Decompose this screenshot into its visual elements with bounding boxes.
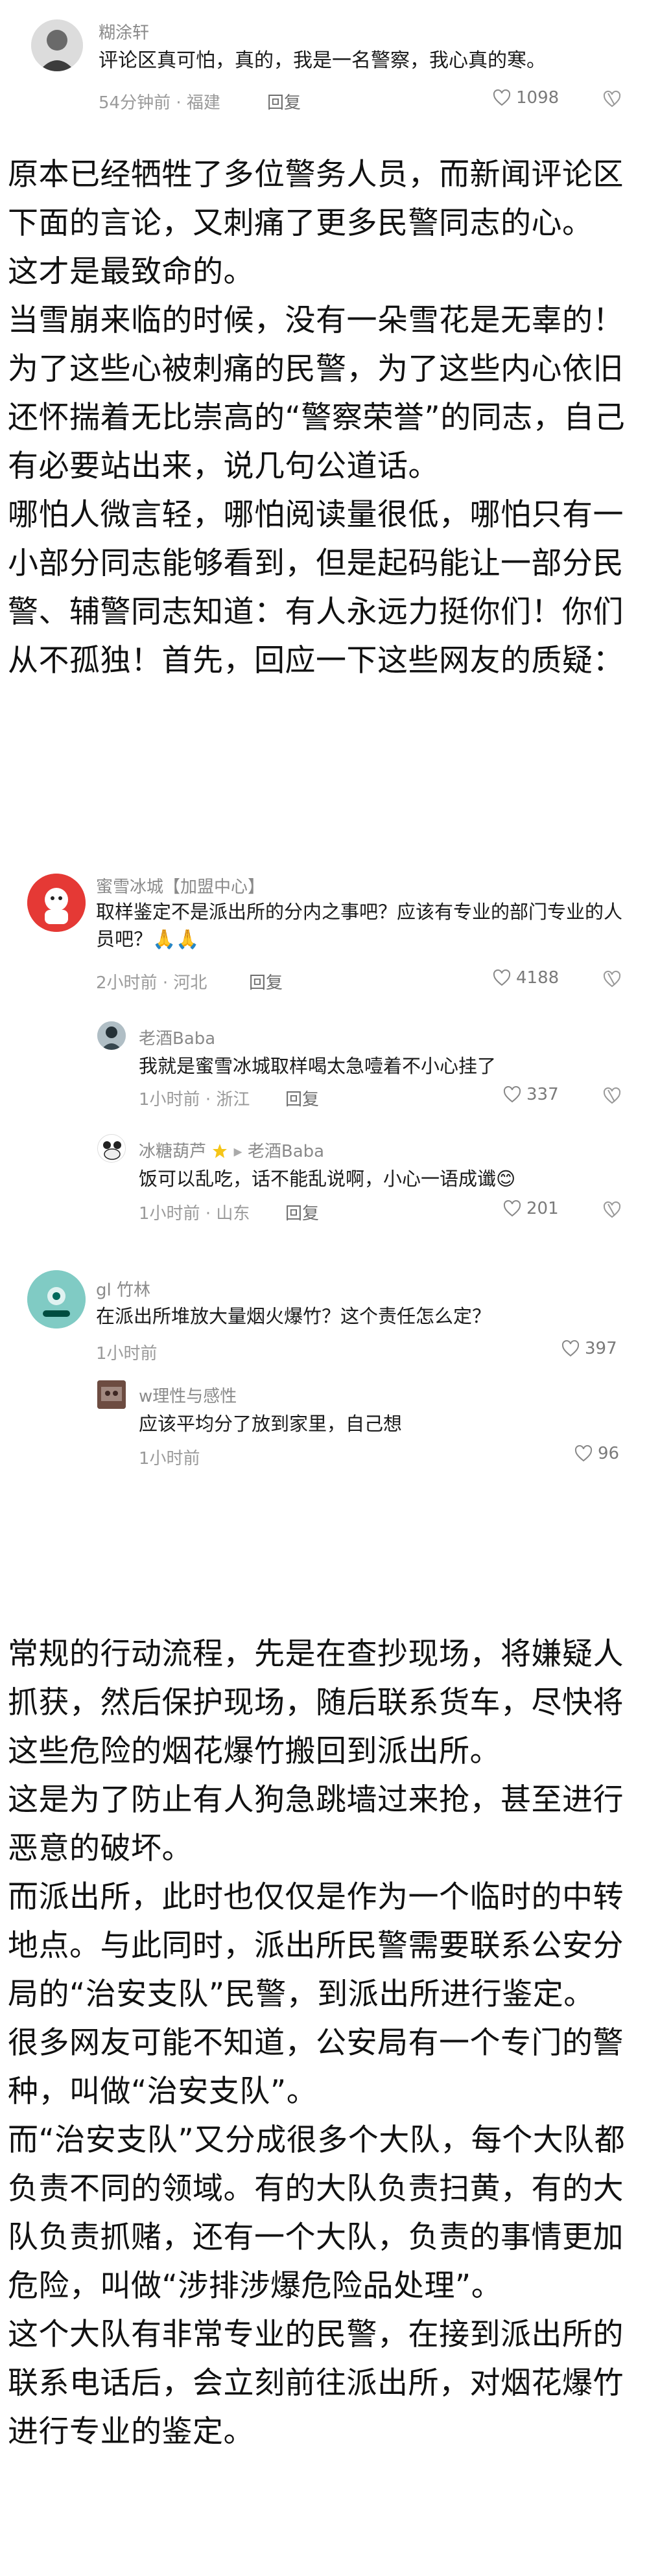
reply-arrow-icon: ▸	[233, 1142, 242, 1161]
reply-to-user[interactable]: 老酒Baba	[248, 1142, 324, 1161]
comment-location: 山东	[216, 1204, 250, 1224]
meta-separator: ·	[176, 93, 182, 113]
comment-meta: 1小时前 · 山东	[139, 1200, 250, 1224]
like-count: 337	[526, 1085, 559, 1104]
comment-time: 1小时前	[139, 1090, 200, 1109]
article-section-2: 常规的行动流程，先是在查抄现场，将嫌疑人抓获，然后保护现场，随后联系货车，尽快将…	[8, 1630, 652, 2456]
comment-text: 评论区真可怕，真的，我是一名警察，我心真的寒。	[99, 49, 546, 72]
article-paragraph: 而派出所，此时也仅仅是作为一个临时的中转地点。与此同时，派出所民警需要联系公安分…	[8, 1879, 624, 2012]
like-button[interactable]: 201	[503, 1199, 559, 1218]
comment-text: 应该平均分了放到家里，自己想	[139, 1413, 403, 1435]
meta-separator: ·	[205, 1204, 211, 1224]
comment-username: 冰糖葫芦 ▸ 老酒Baba	[139, 1138, 324, 1162]
like-count: 201	[526, 1199, 559, 1218]
like-button[interactable]: 337	[503, 1085, 559, 1104]
comment-text: 取样鉴定不是派出所的分内之事吧？应该有专业的部门专业的人员吧？🙏🙏	[96, 901, 623, 951]
comment-time: 1小时前	[139, 1204, 200, 1224]
like-button[interactable]: 1098	[493, 88, 559, 108]
reply-button[interactable]: 回复	[285, 1200, 319, 1224]
comment-username[interactable]: 蜜雪冰城【加盟中心】	[96, 874, 265, 898]
dislike-icon[interactable]	[602, 1086, 622, 1106]
article-paragraph: 常规的行动流程，先是在查抄现场，将嫌疑人抓获，然后保护现场，随后联系货车，尽快将…	[8, 1636, 624, 1769]
reply-button[interactable]: 回复	[267, 89, 301, 113]
dislike-icon[interactable]	[602, 969, 622, 989]
comment-time: 2小时前	[96, 973, 158, 993]
like-count: 1098	[516, 88, 560, 108]
meta-separator: ·	[162, 973, 169, 993]
article-section-1: 原本已经牺牲了多位警务人员，而新闻评论区下面的言论，又刺痛了更多民警同志的心。 …	[8, 150, 652, 685]
heart-icon	[503, 1200, 521, 1217]
like-count: 96	[598, 1444, 620, 1463]
meta-separator: ·	[205, 1090, 211, 1109]
reply-author[interactable]: 冰糖葫芦	[139, 1142, 206, 1161]
comment-location: 河北	[173, 973, 207, 993]
comment-meta: 1小时前	[139, 1445, 200, 1469]
heart-icon	[574, 1445, 593, 1462]
comment-text: 在派出所堆放大量烟火爆竹？这个责任怎么定？	[96, 1305, 491, 1327]
comment-meta: 1小时前	[96, 1340, 158, 1364]
like-count: 397	[585, 1339, 617, 1358]
comment-username[interactable]: w理性与感性	[139, 1383, 237, 1407]
comment-time: 1小时前	[96, 1344, 158, 1363]
avatar[interactable]	[27, 1270, 86, 1329]
like-button[interactable]: 397	[561, 1339, 617, 1358]
article-paragraph: 这个大队有非常专业的民警，在接到派出所的联系电话后，会立刻前往派出所，对烟花爆竹…	[8, 2317, 624, 2450]
comment-text: 饭可以乱吃，话不能乱说啊，小心一语成谶😊	[139, 1168, 516, 1190]
like-button[interactable]: 96	[574, 1444, 619, 1463]
heart-icon	[503, 1086, 521, 1103]
article-paragraph: 很多网友可能不知道，公安局有一个专门的警种，叫做“治安支队”。	[8, 2025, 624, 2109]
avatar[interactable]	[97, 1021, 126, 1050]
article-paragraph: 当雪崩来临的时候，没有一朵雪花是无辜的！为了这些心被刺痛的民警，为了这些内心依旧…	[8, 303, 626, 484]
reply-button[interactable]: 回复	[249, 969, 283, 993]
avatar[interactable]	[31, 19, 83, 71]
heart-icon	[493, 89, 511, 106]
top-comment: 糊涂轩 评论区真可怕，真的，我是一名警察，我心真的寒。 54分钟前 · 福建 回…	[0, 0, 660, 130]
avatar[interactable]	[97, 1380, 126, 1409]
avatar[interactable]	[97, 1134, 126, 1163]
avatar[interactable]	[27, 874, 86, 932]
comment-username[interactable]: 老酒Baba	[139, 1025, 215, 1049]
article-paragraph: 这才是最致命的。	[8, 254, 254, 290]
comment-meta: 2小时前 · 河北	[96, 969, 207, 993]
article-paragraph: 哪怕人微言轻，哪怕阅读量很低，哪怕只有一小部分同志能够看到，但是起码能让一部分民…	[8, 497, 624, 679]
reply-button[interactable]: 回复	[285, 1086, 319, 1110]
comment-meta: 1小时前 · 浙江	[139, 1086, 250, 1110]
comment-meta: 54分钟前 · 福建	[99, 89, 220, 113]
like-count: 4188	[516, 968, 560, 988]
article-paragraph: 原本已经牺牲了多位警务人员，而新闻评论区下面的言论，又刺痛了更多民警同志的心。	[8, 157, 624, 241]
star-badge-icon	[213, 1144, 228, 1158]
comment-location: 福建	[186, 93, 220, 113]
like-button[interactable]: 4188	[493, 968, 559, 988]
article-paragraph: 这是为了防止有人狗急跳墙过来抢，甚至进行恶意的破坏。	[8, 1782, 624, 1866]
comment-username[interactable]: 糊涂轩	[99, 19, 149, 43]
comment-time: 1小时前	[139, 1449, 200, 1468]
embedded-comments-screenshot: 蜜雪冰城【加盟中心】 取样鉴定不是派出所的分内之事吧？应该有专业的部门专业的人员…	[0, 855, 660, 1542]
heart-icon	[561, 1340, 580, 1357]
dislike-icon[interactable]	[602, 89, 622, 109]
article-paragraph: 而“治安支队”又分成很多个大队，每个大队都负责不同的领域。有的大队负责扫黄，有的…	[8, 2122, 626, 2304]
comment-text: 我就是蜜雪冰城取样喝太急噎着不小心挂了	[139, 1055, 497, 1077]
comment-username[interactable]: gl 竹林	[96, 1277, 150, 1301]
heart-icon	[493, 969, 511, 986]
comment-location: 浙江	[216, 1090, 250, 1109]
dislike-icon[interactable]	[602, 1200, 622, 1220]
comment-time: 54分钟前	[99, 93, 171, 113]
